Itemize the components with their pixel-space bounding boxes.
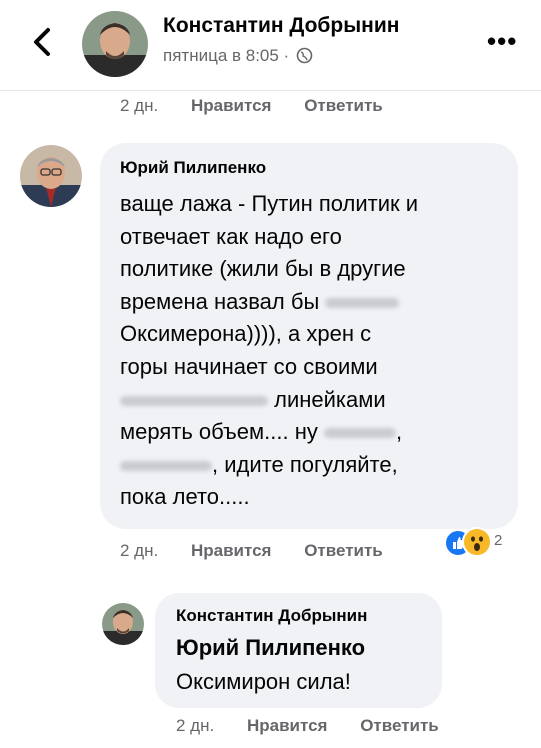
comment-line: мерять объем.... ну , (120, 416, 510, 449)
comment-line-text: мерять объем.... ну (120, 419, 318, 445)
comment-line: времена назвал бы (120, 286, 510, 319)
timestamp-text: пятница в 8:05 · (163, 46, 290, 65)
reply-button[interactable]: Ответить (304, 541, 383, 561)
comment-line-text: времена назвал бы (120, 288, 320, 314)
comment-line-text: линейками (274, 386, 386, 412)
more-options-button[interactable]: ••• (487, 28, 517, 54)
comment-text: ваще лажа - Путин политик и отвечает как… (120, 188, 510, 514)
blurred-word (120, 395, 268, 406)
blurred-word (323, 428, 396, 439)
reply-actions: 2 дн. Нравится Ответить (176, 716, 439, 736)
prev-like-button[interactable]: Нравится (191, 96, 272, 116)
comment-line: ваще лажа - Путин политик и (120, 191, 419, 216)
reaction-count: 2 (494, 532, 503, 549)
comment-time[interactable]: 2 дн. (120, 541, 158, 561)
reply-text: Оксимирон сила! (176, 669, 351, 694)
like-button[interactable]: Нравится (191, 541, 272, 561)
comment-line: отвечает как надо его (120, 223, 342, 249)
reply-like-button[interactable]: Нравится (247, 716, 328, 736)
comment-actions: 2 дн. Нравится Ответить (120, 541, 383, 561)
post-timestamp[interactable]: пятница в 8:05 · (163, 46, 313, 69)
blurred-word (120, 460, 212, 471)
comment-line: пока лето..... (120, 484, 250, 510)
comment-line: Оксимерона)))), а хрен с (120, 321, 372, 347)
prev-comment-actions: 2 дн. Нравится Ответить (120, 96, 383, 116)
reply-time[interactable]: 2 дн. (176, 716, 214, 736)
comment-line: горы начинает со своими (120, 353, 378, 379)
blurred-word (325, 297, 400, 308)
wow-reaction-icon (462, 527, 492, 557)
reply-reply-button[interactable]: Ответить (360, 716, 439, 736)
comment-author[interactable]: Юрий Пилипенко (120, 158, 266, 178)
author-avatar[interactable] (82, 11, 148, 77)
comment-line: линейками (120, 384, 510, 417)
chevron-left-icon (34, 28, 50, 56)
globe-icon (296, 47, 313, 69)
header-divider (0, 90, 541, 91)
reply-author-avatar[interactable] (102, 603, 144, 645)
reply-author[interactable]: Константин Добрынин (176, 606, 367, 626)
author-name[interactable]: Константин Добрынин (163, 14, 399, 38)
comment-line: , идите погуляйте, (120, 449, 510, 482)
reply-mention[interactable]: Юрий Пилипенко (176, 635, 365, 661)
comment-line: политике (жили бы в другие (120, 256, 406, 282)
prev-reply-button[interactable]: Ответить (304, 96, 383, 116)
commenter-avatar[interactable] (20, 145, 82, 207)
prev-comment-time[interactable]: 2 дн. (120, 96, 158, 116)
comment-line-text: , (395, 419, 403, 445)
back-button[interactable] (28, 22, 56, 62)
comment-line-text: , идите погуляйте, (212, 451, 398, 477)
post-header: Константин Добрынин пятница в 8:05 · ••• (0, 0, 541, 90)
